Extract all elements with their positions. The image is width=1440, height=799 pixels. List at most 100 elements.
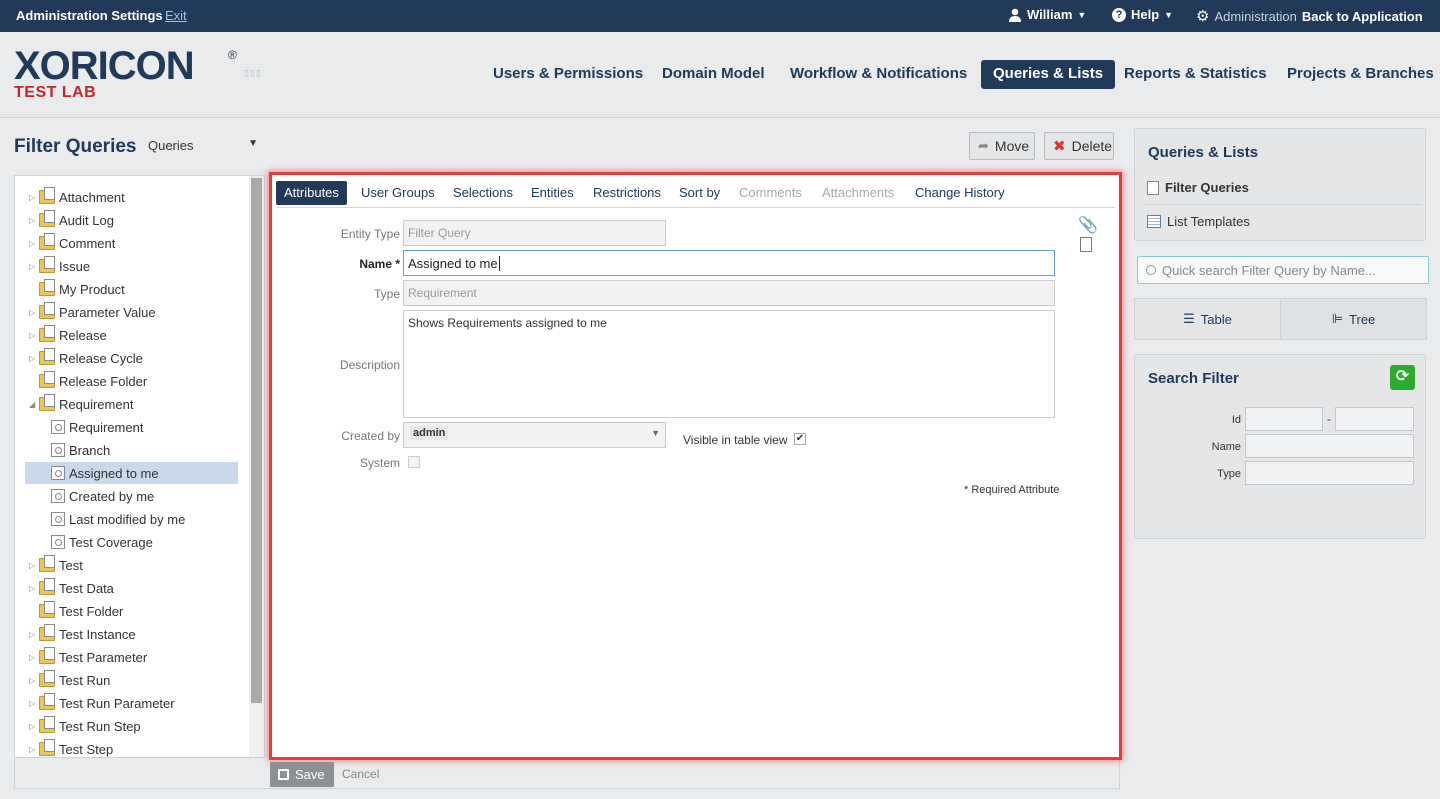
- right-item-list-templates[interactable]: List Templates: [1147, 214, 1250, 229]
- name-filter-input[interactable]: [1245, 434, 1414, 458]
- scrollbar-thumb[interactable]: [251, 178, 262, 703]
- view-tree-label: Tree: [1349, 311, 1376, 327]
- tree-node[interactable]: ▷ Test Run Step: [29, 715, 239, 737]
- collapsed-toggle-icon[interactable]: ▷: [29, 676, 39, 685]
- tree-node[interactable]: ▷ Release Cycle: [29, 347, 239, 369]
- search-filter-title: Search Filter: [1148, 370, 1239, 387]
- tree-node[interactable]: ▷ Parameter Value: [29, 301, 239, 323]
- delete-button[interactable]: ✖ Delete: [1044, 132, 1114, 160]
- tree-node[interactable]: Assigned to me: [25, 462, 238, 484]
- tab-comments: Comments: [739, 185, 802, 200]
- tree-node[interactable]: Last modified by me: [25, 508, 238, 530]
- tree-node-label: Attachment: [59, 189, 125, 205]
- help-label: Help: [1131, 7, 1160, 22]
- cancel-link[interactable]: Cancel: [342, 767, 379, 781]
- tree-node[interactable]: ▷ Issue: [29, 255, 239, 277]
- refresh-icon[interactable]: ⟳: [1390, 365, 1415, 390]
- collapsed-toggle-icon[interactable]: ▷: [29, 331, 39, 340]
- tree-node[interactable]: Requirement: [25, 416, 238, 438]
- tab-restrictions[interactable]: Restrictions: [585, 181, 669, 205]
- paperclip-icon[interactable]: 📎: [1078, 215, 1098, 235]
- logo-sub: TEST LAB: [14, 84, 97, 101]
- floppy-icon: [278, 769, 289, 780]
- right-item-filter-queries[interactable]: Filter Queries: [1147, 180, 1249, 195]
- collapsed-toggle-icon[interactable]: ▷: [29, 745, 39, 754]
- tab-sort-by[interactable]: Sort by: [671, 181, 728, 205]
- tab-selections[interactable]: Selections: [445, 181, 521, 205]
- query-folder-icon: [39, 325, 55, 342]
- tab-change-history[interactable]: Change History: [907, 181, 1013, 205]
- collapsed-toggle-icon[interactable]: ▷: [29, 722, 39, 731]
- nav-reports-statistics[interactable]: Reports & Statistics: [1112, 60, 1279, 89]
- nav-workflow-notifications[interactable]: Workflow & Notifications: [778, 60, 979, 89]
- tree-node[interactable]: ▷ Test Parameter: [29, 646, 239, 668]
- collapsed-toggle-icon[interactable]: ▷: [29, 653, 39, 662]
- tree-node[interactable]: ▷ Test Data: [29, 577, 239, 599]
- collapsed-toggle-icon[interactable]: ▷: [29, 584, 39, 593]
- tree-node[interactable]: ▷ Comment: [29, 232, 239, 254]
- collapsed-toggle-icon[interactable]: ▷: [29, 239, 39, 248]
- tree-node[interactable]: ◢ Requirement: [29, 393, 239, 415]
- tree-node[interactable]: Branch: [25, 439, 238, 461]
- tree-node[interactable]: Test Coverage: [25, 531, 238, 553]
- tree-node[interactable]: ▷ Attachment: [29, 186, 239, 208]
- tree-node[interactable]: ▷ Release: [29, 324, 239, 346]
- tree-node-label: Test Run Step: [59, 718, 141, 734]
- view-table-button[interactable]: ☰ Table: [1134, 298, 1281, 340]
- id-to-input[interactable]: [1335, 407, 1414, 431]
- tab-entities[interactable]: Entities: [523, 181, 582, 205]
- query-tree[interactable]: ▷ Attachment ▷ Audit Log ▷ Comment ▷ Issue My Pr…: [14, 175, 265, 758]
- collapsed-toggle-icon[interactable]: ▷: [29, 354, 39, 363]
- tree-node[interactable]: Created by me: [25, 485, 238, 507]
- id-from-input[interactable]: [1245, 407, 1323, 431]
- move-button[interactable]: ➦ Move: [969, 132, 1035, 160]
- tree-scrollbar[interactable]: [249, 176, 264, 757]
- required-note: * Required Attribute: [964, 484, 1060, 496]
- help-menu[interactable]: ? Help ▼: [1112, 7, 1173, 22]
- delete-icon: ✖: [1053, 138, 1066, 155]
- tree-icon: ⊫: [1331, 311, 1344, 326]
- exit-link[interactable]: Exit: [165, 8, 187, 23]
- created-by-select: admin ▼: [403, 422, 666, 448]
- view-tree-button[interactable]: ⊫ Tree: [1280, 298, 1427, 340]
- tree-node[interactable]: ▷ Test Run: [29, 669, 239, 691]
- collapsed-toggle-icon[interactable]: ▷: [29, 216, 39, 225]
- description-textarea[interactable]: Shows Requirements assigned to me: [403, 310, 1055, 418]
- collapsed-toggle-icon[interactable]: ▷: [29, 630, 39, 639]
- save-button[interactable]: Save: [270, 762, 334, 787]
- nav-projects-branches[interactable]: Projects & Branches: [1275, 60, 1440, 89]
- tree-node[interactable]: ▷ Test Run Parameter: [29, 692, 239, 714]
- collapsed-toggle-icon[interactable]: ▷: [29, 561, 39, 570]
- tree-node[interactable]: ▷ Audit Log: [29, 209, 239, 231]
- tree-node[interactable]: ▷ Test: [29, 554, 239, 576]
- tree-node[interactable]: Test Folder: [29, 600, 239, 622]
- quick-search-input[interactable]: Quick search Filter Query by Name...: [1137, 256, 1429, 284]
- query-folder-icon: [39, 302, 55, 319]
- query-type-select[interactable]: Queries ▼: [148, 138, 260, 153]
- tree-node[interactable]: ▷ Test Step: [29, 738, 239, 757]
- name-input[interactable]: Assigned to me: [403, 250, 1055, 276]
- nav-domain-model[interactable]: Domain Model: [650, 60, 777, 89]
- user-menu[interactable]: William ▼: [1008, 7, 1086, 22]
- tab-user-groups[interactable]: User Groups: [353, 181, 443, 205]
- tree-node[interactable]: ▷ Test Instance: [29, 623, 239, 645]
- query-icon: [51, 535, 65, 549]
- type-filter-input[interactable]: [1245, 461, 1414, 485]
- document-icon[interactable]: [1080, 237, 1092, 252]
- collapsed-toggle-icon[interactable]: ▷: [29, 193, 39, 202]
- nav-queries-lists[interactable]: Queries & Lists: [981, 60, 1116, 89]
- user-icon: [1009, 8, 1021, 22]
- collapsed-toggle-icon[interactable]: ▷: [29, 262, 39, 271]
- tree-node[interactable]: Release Folder: [29, 370, 239, 392]
- nav-users-permissions[interactable]: Users & Permissions: [481, 60, 655, 89]
- expanded-toggle-icon[interactable]: ◢: [29, 400, 39, 409]
- visible-in-table-checkbox[interactable]: ✔: [794, 433, 806, 445]
- admin-back-link[interactable]: ⚙ Administration Back to Application: [1196, 7, 1423, 25]
- collapsed-toggle-icon[interactable]: ▷: [29, 699, 39, 708]
- query-folder-icon: [39, 670, 55, 687]
- move-label: Move: [994, 138, 1030, 154]
- collapsed-toggle-icon[interactable]: ▷: [29, 308, 39, 317]
- page-title: Filter Queries: [14, 136, 137, 157]
- tab-attributes[interactable]: Attributes: [276, 181, 347, 205]
- tree-node[interactable]: My Product: [29, 278, 239, 300]
